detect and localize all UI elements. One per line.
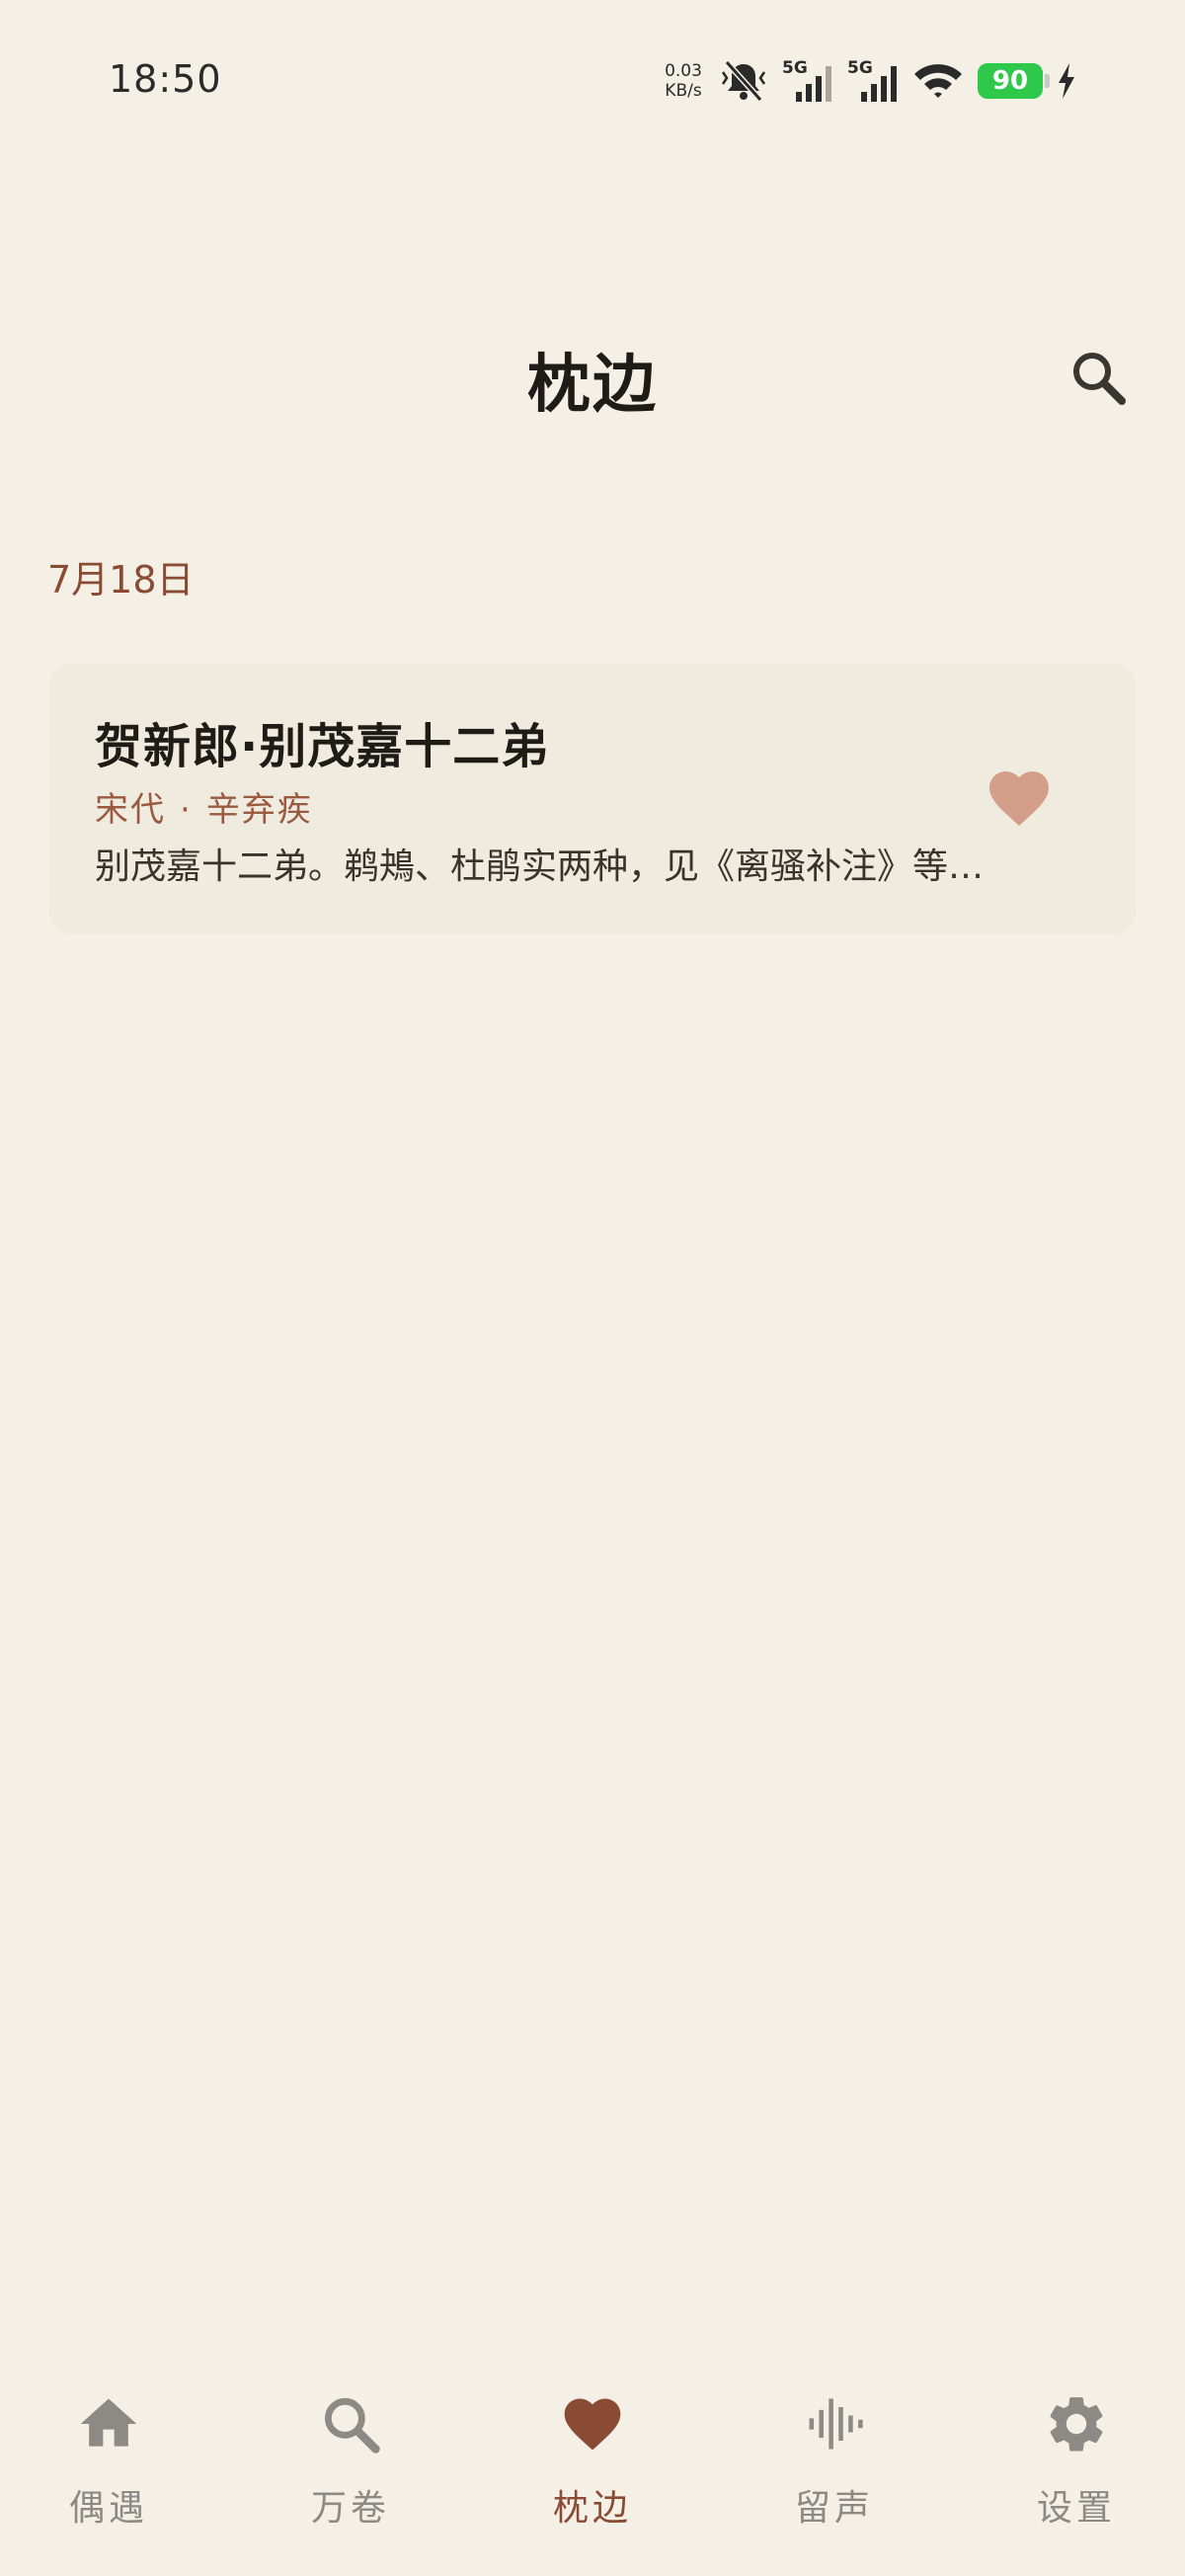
nav-item-encounter[interactable]: 偶遇: [10, 2361, 207, 2558]
poem-dynasty: 宋代: [95, 790, 166, 830]
mute-bell-icon: [721, 59, 766, 103]
nav-item-library[interactable]: 万卷: [252, 2361, 449, 2558]
network-speed-value: 0.03: [665, 61, 702, 81]
nav-label: 设置: [1036, 2488, 1116, 2529]
battery-level: 90: [991, 66, 1029, 96]
heart-icon: [564, 2398, 621, 2451]
nav-item-pillow[interactable]: 枕边: [494, 2361, 691, 2558]
signal-icon: [861, 66, 897, 102]
poem-card[interactable]: 贺新郎·别茂嘉十二弟 宋代 · 辛弃疾 别茂嘉十二弟。鹈鴂、杜鹃实两种，见《离骚补注…: [49, 664, 1136, 934]
nav-label: 枕边: [552, 2488, 632, 2529]
charging-icon: [1059, 63, 1074, 99]
meta-separator: ·: [180, 790, 193, 830]
wifi-icon: [914, 64, 962, 98]
favorite-button[interactable]: [984, 763, 1055, 834]
nav-label: 万卷: [310, 2488, 390, 2529]
nav-label: 偶遇: [68, 2488, 148, 2529]
gear-icon: [1050, 2397, 1103, 2452]
poem-excerpt: 别茂嘉十二弟。鹈鴂、杜鹃实两种，见《离骚补注》等书。: [95, 846, 1003, 887]
poem-title: 贺新郎·别茂嘉十二弟: [95, 719, 550, 774]
nav-item-voice[interactable]: 留声: [736, 2361, 933, 2558]
search-button[interactable]: [1066, 346, 1130, 409]
page-title: 枕边: [527, 348, 658, 422]
nav-label: 留声: [794, 2488, 874, 2529]
network-speed-unit: KB/s: [665, 81, 702, 101]
page-header: 枕边: [0, 316, 1185, 435]
signal-icon: [796, 66, 831, 102]
battery-icon: 90: [978, 63, 1050, 99]
signal-sim2: 5G: [847, 58, 899, 104]
poem-author: 辛弃疾: [205, 790, 313, 830]
heart-icon: [989, 771, 1049, 827]
search-icon: [324, 2397, 380, 2454]
network-speed: 0.03 KB/s: [662, 61, 705, 101]
status-icons: 0.03 KB/s 5G 5G 90: [662, 51, 1076, 111]
date-group-label: 7月18日: [47, 558, 195, 602]
audio-wave-icon: [809, 2398, 863, 2450]
bottom-navigation: 偶遇 万卷 枕边 留声 设置: [0, 2361, 1185, 2576]
home-icon: [80, 2398, 137, 2447]
status-time: 18:50: [109, 57, 222, 101]
status-bar: 18:50 0.03 KB/s 5G 5G 90: [0, 0, 1185, 158]
poem-meta: 宋代 · 辛弃疾: [95, 782, 313, 831]
nav-item-settings[interactable]: 设置: [978, 2361, 1175, 2558]
signal-sim1: 5G: [782, 58, 833, 104]
search-icon: [1073, 353, 1126, 405]
